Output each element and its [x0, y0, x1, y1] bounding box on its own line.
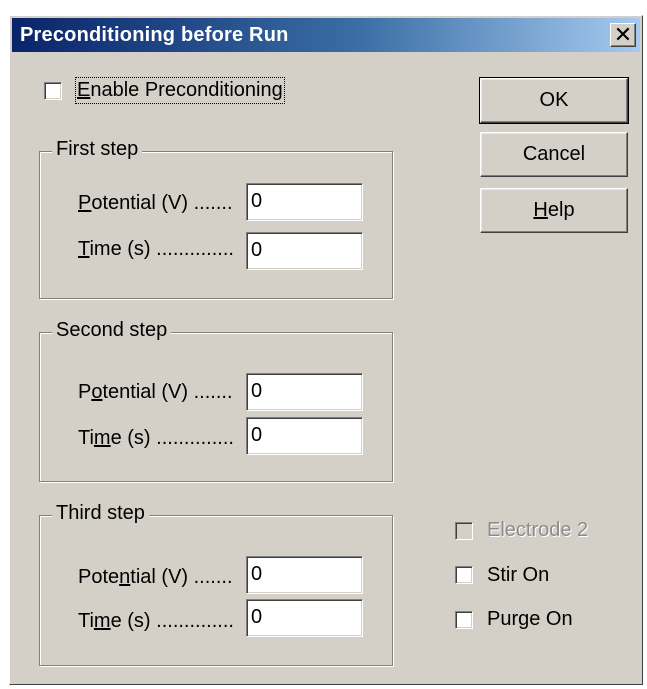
second-step-title: Second step — [52, 319, 172, 342]
purge-on-label[interactable]: Purge On — [487, 608, 573, 631]
enable-preconditioning-checkbox[interactable] — [44, 82, 62, 100]
first-time-label: Time (s) .............. — [78, 238, 234, 260]
third-time-label: Time (s) .............. — [78, 610, 234, 632]
second-step-group: Second step Potential (V) ....... 0 Time… — [39, 319, 393, 482]
dialog-title: Preconditioning before Run — [20, 24, 289, 46]
first-step-group: First step Potential (V) ....... 0 Time … — [39, 138, 393, 299]
preconditioning-dialog: Preconditioning before Run ✕ Enable Prec… — [9, 15, 643, 685]
title-bar: Preconditioning before Run ✕ — [12, 18, 640, 52]
purge-on-checkbox[interactable] — [455, 611, 473, 629]
first-potential-input[interactable]: 0 — [246, 183, 363, 221]
third-potential-label: Potential (V) ....... — [78, 566, 233, 588]
third-step-title: Third step — [52, 502, 149, 525]
stir-on-label[interactable]: Stir On — [487, 564, 549, 587]
cancel-button[interactable]: Cancel — [480, 132, 628, 177]
second-potential-label: Potential (V) ....... — [78, 381, 233, 403]
ok-button[interactable]: OK — [479, 77, 629, 124]
close-button[interactable]: ✕ — [610, 23, 636, 47]
third-step-group: Third step Potential (V) ....... 0 Time … — [39, 502, 393, 666]
second-time-input[interactable]: 0 — [246, 417, 363, 455]
third-potential-input[interactable]: 0 — [246, 556, 363, 594]
electrode2-label: Electrode 2 — [487, 519, 589, 541]
first-potential-label: Potential (V) ....... — [78, 192, 233, 214]
enable-preconditioning-label[interactable]: Enable Preconditioning — [75, 77, 285, 104]
second-potential-input[interactable]: 0 — [246, 373, 363, 411]
help-button[interactable]: Help — [480, 188, 628, 233]
first-time-input[interactable]: 0 — [246, 232, 363, 270]
stir-on-checkbox[interactable] — [455, 566, 473, 584]
third-time-input[interactable]: 0 — [246, 599, 363, 637]
second-time-label: Time (s) .............. — [78, 427, 234, 449]
close-icon: ✕ — [613, 22, 633, 47]
first-step-title: First step — [52, 138, 143, 161]
electrode2-checkbox[interactable] — [455, 522, 473, 540]
